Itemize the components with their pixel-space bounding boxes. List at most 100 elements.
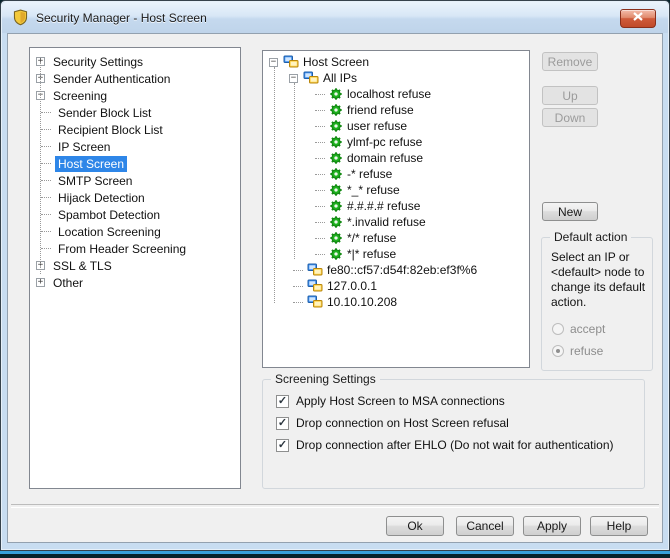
radio-option-accept[interactable]: accept	[552, 322, 605, 336]
checkbox-checked[interactable]: ✓	[276, 417, 289, 430]
tree-connector	[41, 214, 51, 215]
tree-item-domain-refuse[interactable]: domain refuse	[263, 150, 529, 166]
remove-button[interactable]: Remove	[542, 52, 598, 71]
expand-icon[interactable]: +	[36, 278, 45, 287]
gear-icon	[329, 103, 343, 117]
tree-connector	[293, 270, 303, 271]
host-computers-icon	[307, 279, 323, 293]
sidebar-item-label: Hijack Detection	[55, 190, 148, 206]
gear-icon	[329, 183, 343, 197]
tree-item-label: #.#.#.# refuse	[347, 199, 420, 213]
tree-item-all-ips[interactable]: − All IPs	[263, 70, 529, 86]
gear-icon	[329, 199, 343, 213]
sidebar-item-hijack-detection[interactable]: Hijack Detection	[30, 189, 240, 206]
gear-icon	[329, 167, 343, 181]
tree-guide-line	[40, 62, 41, 274]
tree-item-fe80-cf57-d54f-82eb-ef3f-6[interactable]: fe80::cf57:d54f:82eb:ef3f%6	[263, 262, 529, 278]
cancel-button[interactable]: Cancel	[456, 516, 514, 536]
tree-connector	[41, 163, 51, 164]
sidebar-item-spambot-detection[interactable]: Spambot Detection	[30, 206, 240, 223]
tree-item-friend-refuse[interactable]: friend refuse	[263, 102, 529, 118]
sidebar-item-label: IP Screen	[55, 139, 113, 155]
tree-item-refuse[interactable]: *|* refuse	[263, 246, 529, 262]
checkbox-checked[interactable]: ✓	[276, 439, 289, 452]
gear-icon	[329, 151, 343, 165]
sidebar-item-label: Sender Authentication	[50, 71, 173, 87]
sidebar-item-sender-block-list[interactable]: Sender Block List	[30, 104, 240, 121]
sidebar-item-security-settings[interactable]: +Security Settings	[30, 53, 240, 70]
sidebar-item-recipient-block-list[interactable]: Recipient Block List	[30, 121, 240, 138]
radio-option-refuse[interactable]: refuse	[552, 344, 603, 358]
radio-dot	[556, 349, 560, 353]
tree-item-localhost-refuse[interactable]: localhost refuse	[263, 86, 529, 102]
help-button[interactable]: Help	[590, 516, 648, 536]
tree-connector	[315, 238, 325, 239]
tree-item-user-refuse[interactable]: user refuse	[263, 118, 529, 134]
screening-settings-group: Screening Settings ✓Apply Host Screen to…	[262, 379, 645, 489]
radio-accept[interactable]	[552, 323, 564, 335]
tree-item-refuse[interactable]: #.#.#.# refuse	[263, 198, 529, 214]
down-button[interactable]: Down	[542, 108, 598, 127]
tree-item-label: *_* refuse	[347, 183, 400, 197]
gear-icon	[329, 87, 343, 101]
new-button[interactable]: New	[542, 202, 598, 221]
tree-item-label: localhost refuse	[347, 87, 431, 101]
sidebar-item-other[interactable]: + Other	[30, 274, 240, 291]
checkbox-checked[interactable]: ✓	[276, 395, 289, 408]
tree-connector	[315, 222, 325, 223]
sidebar-item-sender-authentication[interactable]: +Sender Authentication	[30, 70, 240, 87]
titlebar[interactable]: Security Manager - Host Screen	[2, 2, 668, 33]
host-computers-icon	[303, 71, 319, 85]
gear-icon	[329, 231, 343, 245]
sidebar-item-host-screen[interactable]: Host Screen	[30, 155, 240, 172]
tree-item-10-10-10-208[interactable]: 10.10.10.208	[263, 294, 529, 310]
tree-connector	[293, 302, 303, 303]
tree-connector	[315, 158, 325, 159]
tree-item-host-screen[interactable]: −Host Screen	[263, 54, 529, 70]
tree-item-ylmf-pc-refuse[interactable]: ylmf-pc refuse	[263, 134, 529, 150]
tree-connector	[315, 94, 325, 95]
gear-icon	[329, 103, 343, 117]
sidebar-item-ssl-tls[interactable]: +SSL & TLS	[30, 257, 240, 274]
checkbox-row-apply-host-screen-to-msa-conne: ✓Apply Host Screen to MSA connections	[276, 394, 505, 408]
gear-icon	[329, 135, 343, 149]
gear-icon	[329, 231, 343, 245]
tree-item-refuse[interactable]: -* refuse	[263, 166, 529, 182]
sidebar-item-from-header-screening[interactable]: From Header Screening	[30, 240, 240, 257]
tree-connector	[41, 146, 51, 147]
sidebar-item-smtp-screen[interactable]: SMTP Screen	[30, 172, 240, 189]
radio-refuse-selected[interactable]	[552, 345, 564, 357]
tree-item-invalid-refuse[interactable]: *.invalid refuse	[263, 214, 529, 230]
collapse-icon[interactable]: −	[269, 58, 278, 67]
default-action-group-label: Default action	[550, 230, 631, 244]
sidebar-item-location-screening[interactable]: Location Screening	[30, 223, 240, 240]
tree-item-label: All IPs	[323, 71, 357, 85]
screen: Security Manager - Host Screen +Security…	[0, 0, 670, 558]
tree-connector	[41, 112, 51, 113]
sidebar-item-label: Recipient Block List	[55, 122, 166, 138]
sidebar-item-label: From Header Screening	[55, 241, 189, 257]
tree-item-label: friend refuse	[347, 103, 414, 117]
radio-label: accept	[570, 322, 605, 336]
tree-connector	[41, 180, 51, 181]
radio-label: refuse	[570, 344, 603, 358]
ok-button[interactable]: Ok	[386, 516, 444, 536]
sidebar-item-label: Other	[50, 275, 86, 291]
host-computers-icon	[307, 263, 323, 277]
sidebar-item-screening[interactable]: −Screening	[30, 87, 240, 104]
tree-connector	[315, 142, 325, 143]
dialog-window: Security Manager - Host Screen +Security…	[0, 0, 670, 551]
tree-item-refuse[interactable]: */* refuse	[263, 230, 529, 246]
tree-item-127-0-0-1[interactable]: 127.0.0.1	[263, 278, 529, 294]
apply-button[interactable]: Apply	[523, 516, 581, 536]
tree-item-refuse[interactable]: *_* refuse	[263, 182, 529, 198]
host-computers-icon	[307, 279, 323, 293]
gear-icon	[329, 167, 343, 181]
gear-icon	[329, 135, 343, 149]
close-button[interactable]	[620, 9, 656, 28]
sidebar-item-ip-screen[interactable]: IP Screen	[30, 138, 240, 155]
sidebar-item-label: SSL & TLS	[50, 258, 115, 274]
collapse-icon[interactable]: −	[289, 74, 298, 83]
up-button[interactable]: Up	[542, 86, 598, 105]
tree-connector	[315, 126, 325, 127]
